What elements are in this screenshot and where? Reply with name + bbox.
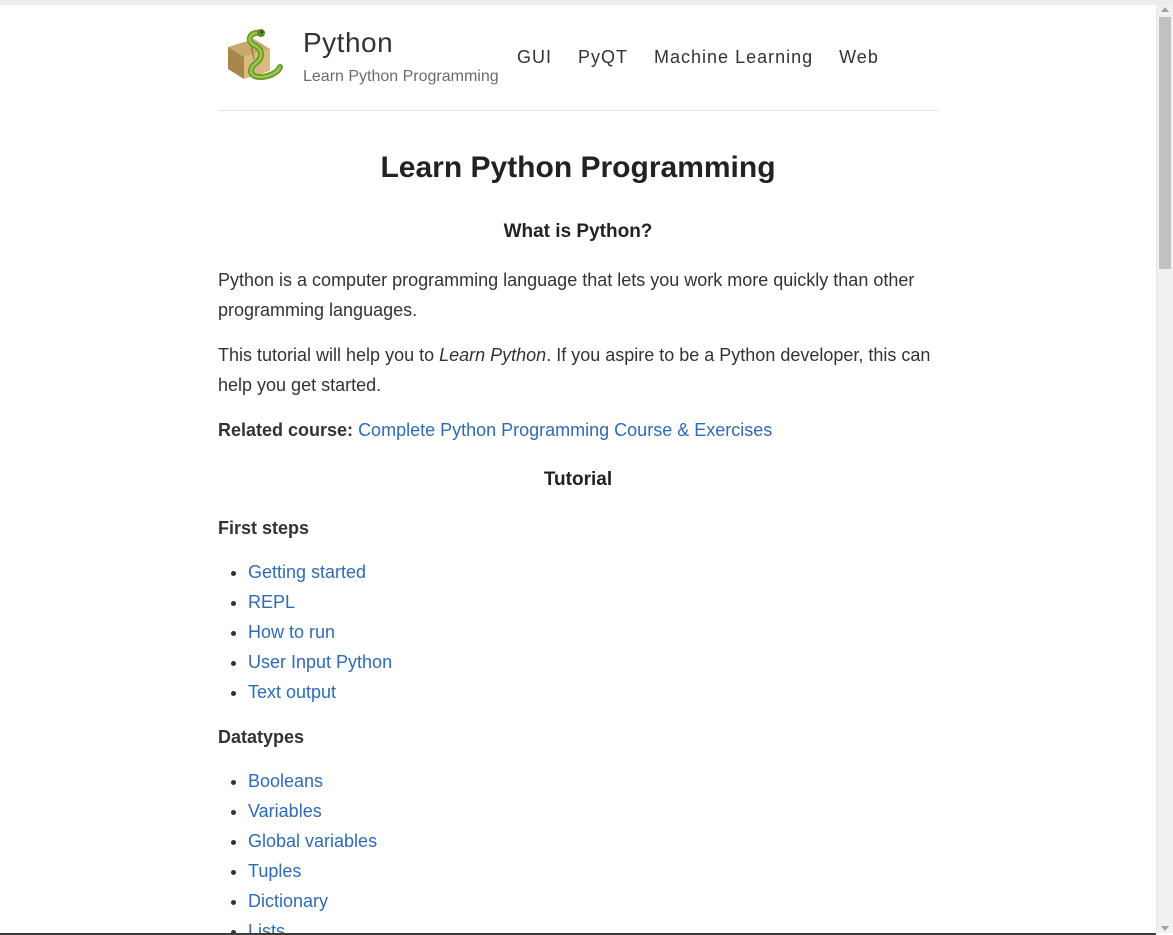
list-item: How to run <box>248 617 938 647</box>
main-nav: GUI PyQT Machine Learning Web <box>517 47 905 68</box>
related-course-paragraph: Related course: Complete Python Programm… <box>218 415 938 445</box>
intro-paragraph: Python is a computer programming languag… <box>218 270 915 320</box>
link-variables[interactable]: Variables <box>248 801 322 821</box>
link-booleans[interactable]: Booleans <box>248 771 323 791</box>
related-course-link[interactable]: Complete Python Programming Course & Exe… <box>358 420 772 440</box>
datatypes-list: Booleans Variables Global variables Tupl… <box>218 766 938 935</box>
nav-pyqt[interactable]: PyQT <box>578 47 628 68</box>
nav-gui[interactable]: GUI <box>517 47 552 68</box>
list-item: Dictionary <box>248 886 938 916</box>
link-global-variables[interactable]: Global variables <box>248 831 377 851</box>
link-repl[interactable]: REPL <box>248 592 295 612</box>
list-item: Tuples <box>248 856 938 886</box>
site-tagline: Learn Python Programming <box>303 68 499 85</box>
link-getting-started[interactable]: Getting started <box>248 562 366 582</box>
section-title-first-steps: First steps <box>218 518 310 538</box>
list-item: REPL <box>248 587 938 617</box>
scrollbar-thumb[interactable] <box>1159 17 1171 269</box>
section-title-datatypes: Datatypes <box>218 727 305 747</box>
list-item: Global variables <box>248 826 938 856</box>
python-logo-icon[interactable] <box>220 27 288 83</box>
list-item: Text output <box>248 677 938 707</box>
link-text-output[interactable]: Text output <box>248 682 336 702</box>
related-course-label: Related course: <box>218 420 354 440</box>
scroll-down-arrow-icon[interactable] <box>1161 926 1169 931</box>
help-paragraph: This tutorial will help you to Learn Pyt… <box>218 340 938 400</box>
help-text-emphasis: Learn Python <box>439 345 547 365</box>
main-content: Learn Python Programming What is Python?… <box>218 140 938 935</box>
list-item: User Input Python <box>248 647 938 677</box>
nav-web[interactable]: Web <box>839 47 879 68</box>
what-is-python-heading: What is Python? <box>503 221 653 242</box>
vertical-scrollbar[interactable] <box>1156 5 1173 933</box>
first-steps-list: Getting started REPL How to run User Inp… <box>218 557 938 707</box>
link-dictionary[interactable]: Dictionary <box>248 891 328 911</box>
list-item: Booleans <box>248 766 938 796</box>
site-header: Python Learn Python Programming GUI PyQT… <box>218 5 938 111</box>
tutorial-heading: Tutorial <box>543 469 613 490</box>
scroll-up-arrow-icon[interactable] <box>1161 7 1169 12</box>
link-how-to-run[interactable]: How to run <box>248 622 335 642</box>
page-title: Learn Python Programming <box>380 151 776 184</box>
list-item: Variables <box>248 796 938 826</box>
site-title[interactable]: Python <box>303 27 393 59</box>
list-item: Getting started <box>248 557 938 587</box>
link-user-input-python[interactable]: User Input Python <box>248 652 392 672</box>
nav-machine-learning[interactable]: Machine Learning <box>654 47 813 68</box>
link-tuples[interactable]: Tuples <box>248 861 301 881</box>
help-text-before: This tutorial will help you to <box>218 345 440 365</box>
